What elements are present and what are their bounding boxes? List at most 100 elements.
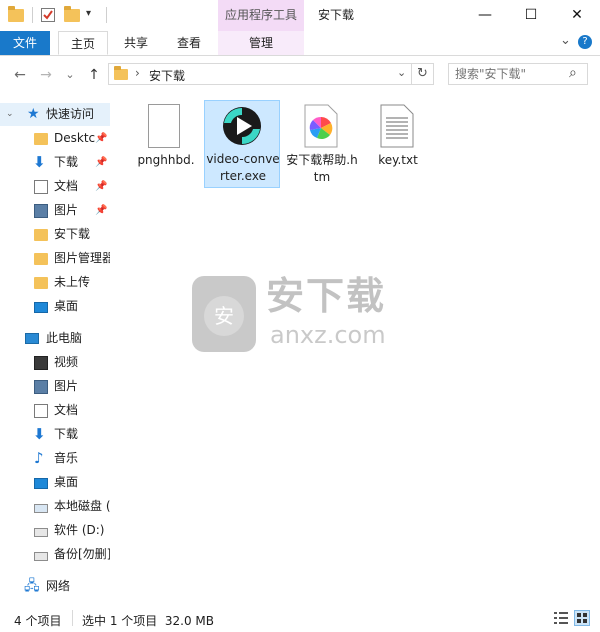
forward-button[interactable]: →: [38, 66, 54, 84]
desktop-icon: [34, 478, 48, 489]
watermark-badge: 安: [204, 296, 244, 336]
divider: [72, 610, 73, 626]
watermark-text: 安下载: [266, 274, 387, 318]
file-item[interactable]: pnghhbd.: [128, 100, 204, 190]
recent-locations-button[interactable]: ⌄: [64, 66, 76, 84]
sidebar-item-pictures[interactable]: 图片 📌: [0, 199, 110, 222]
search-input[interactable]: [449, 64, 567, 84]
sidebar-item-local-disk[interactable]: 本地磁盘 (: [0, 495, 110, 518]
file-item[interactable]: key.txt: [360, 100, 436, 190]
download-icon: ⬇: [33, 425, 46, 443]
breadcrumb-current[interactable]: 安下载: [149, 67, 185, 84]
drive-icon: [34, 552, 48, 561]
navigation-pane: ⌄ ★ 快速访问 Desktc 📌 ⬇ 下载 📌 文档 📌 图片 📌 安下载 图…: [0, 100, 110, 604]
sidebar-item-label: 本地磁盘 (: [54, 499, 110, 513]
tab-share[interactable]: 共享: [112, 31, 160, 55]
file-name: key.txt: [378, 153, 418, 167]
address-bar[interactable]: › 安下载 ⌄: [108, 63, 412, 85]
context-tab-title: 应用程序工具: [218, 0, 304, 31]
status-bar: 4 个项目 选中 1 个项目 32.0 MB: [0, 606, 600, 632]
sidebar-item-pc-pictures[interactable]: 图片: [0, 375, 110, 398]
music-icon: ♪: [34, 449, 44, 467]
refresh-button[interactable]: ↻: [412, 63, 434, 85]
folder-icon: [34, 277, 48, 289]
sidebar-item-label: 下载: [54, 155, 79, 169]
pictures-icon: [34, 380, 48, 394]
sidebar-item-label: 图片: [54, 379, 79, 393]
local-disk-icon: [34, 504, 48, 513]
sidebar-item-desktop[interactable]: Desktc 📌: [0, 127, 110, 150]
tab-manage[interactable]: 管理: [218, 31, 304, 55]
video-icon: [34, 356, 48, 370]
customize-toolbar-icon[interactable]: ▾: [86, 8, 91, 19]
pin-icon: 📌: [95, 157, 108, 168]
sidebar-item-picture-manager[interactable]: 图片管理器: [0, 247, 110, 270]
back-button[interactable]: ←: [12, 66, 28, 84]
pin-icon: 📌: [95, 133, 108, 144]
close-button[interactable]: ✕: [554, 0, 600, 31]
minimize-button[interactable]: —: [462, 0, 508, 31]
search-box[interactable]: ⌕: [448, 63, 588, 85]
sidebar-item-downloads[interactable]: ⬇ 下载 📌: [0, 151, 110, 174]
computer-icon: [25, 333, 39, 344]
tab-view[interactable]: 查看: [164, 31, 214, 55]
address-dropdown-icon[interactable]: ⌄: [397, 66, 406, 79]
sidebar-item-pc-documents[interactable]: 文档: [0, 399, 110, 422]
sidebar-item-label: 备份[勿删]: [54, 547, 110, 561]
search-icon[interactable]: ⌕: [569, 65, 577, 81]
title-bar: ▾ 应用程序工具 安下载 — ☐ ✕: [0, 0, 600, 31]
properties-icon[interactable]: [40, 7, 58, 25]
blank-file-icon: [148, 104, 180, 148]
drive-icon: [34, 528, 48, 537]
shield-logo-icon: 安: [192, 276, 256, 352]
file-name: video-converter.exe: [206, 152, 280, 183]
desktop-icon: [34, 302, 48, 313]
large-icons-view-icon[interactable]: [574, 610, 590, 626]
selection-info: 选中 1 个项目 32.0 MB: [82, 614, 215, 628]
folder-icon: [34, 229, 48, 241]
sidebar-item-videos[interactable]: 视频: [0, 351, 110, 374]
pictures-icon: [34, 204, 48, 218]
sidebar-item-music[interactable]: ♪ 音乐: [0, 447, 110, 470]
divider: [106, 7, 107, 23]
sidebar-item-network[interactable]: 🖧 网络: [0, 575, 110, 598]
sidebar-item-pc-desktop[interactable]: 桌面: [0, 471, 110, 494]
divider: [32, 7, 33, 23]
sidebar-item-label: 此电脑: [46, 331, 83, 345]
up-button[interactable]: ↑: [86, 66, 102, 84]
document-icon: [34, 180, 48, 194]
help-icon[interactable]: ?: [578, 35, 592, 49]
file-item[interactable]: 安下载帮助.htm: [284, 100, 360, 190]
ribbon-tabs: 文件 主页 共享 查看 管理 ⌄ ?: [0, 31, 600, 56]
sidebar-item-pc-downloads[interactable]: ⬇ 下载: [0, 423, 110, 446]
sidebar-item-not-uploaded[interactable]: 未上传: [0, 271, 110, 294]
collapse-ribbon-icon[interactable]: ⌄: [560, 33, 571, 48]
sidebar-item-label: 文档: [54, 179, 79, 193]
sidebar-item-documents[interactable]: 文档 📌: [0, 175, 110, 198]
sidebar-item-label: 未上传: [54, 275, 91, 289]
tab-file[interactable]: 文件: [0, 31, 50, 55]
file-item-selected[interactable]: video-converter.exe: [204, 100, 280, 188]
watermark-subtext: anxz.com: [270, 321, 386, 349]
network-icon: 🖧: [24, 578, 40, 594]
sidebar-item-backup-drive[interactable]: 备份[勿删]: [0, 543, 110, 566]
sidebar-item-label: 桌面: [54, 299, 79, 313]
sidebar-item-label: 桌面: [54, 475, 79, 489]
tab-home[interactable]: 主页: [58, 31, 108, 55]
sidebar-item-label: 网络: [46, 579, 71, 593]
sidebar-item-drive-d[interactable]: 软件 (D:): [0, 519, 110, 542]
text-file-icon: [380, 104, 414, 148]
sidebar-item-this-pc[interactable]: 此电脑: [0, 327, 110, 350]
sidebar-item-quick-access[interactable]: ⌄ ★ 快速访问: [0, 103, 110, 126]
chevron-down-icon[interactable]: ⌄: [6, 103, 14, 126]
breadcrumb-separator[interactable]: ›: [135, 66, 140, 80]
star-icon: ★: [27, 106, 40, 122]
new-folder-icon[interactable]: [64, 6, 82, 27]
item-count: 4 个项目: [14, 614, 62, 628]
pin-icon: 📌: [95, 181, 108, 192]
video-converter-icon: [221, 105, 263, 147]
sidebar-item-desktop-2[interactable]: 桌面: [0, 295, 110, 318]
details-view-icon[interactable]: [554, 612, 568, 624]
sidebar-item-anxiazai[interactable]: 安下载: [0, 223, 110, 246]
maximize-button[interactable]: ☐: [508, 0, 554, 31]
